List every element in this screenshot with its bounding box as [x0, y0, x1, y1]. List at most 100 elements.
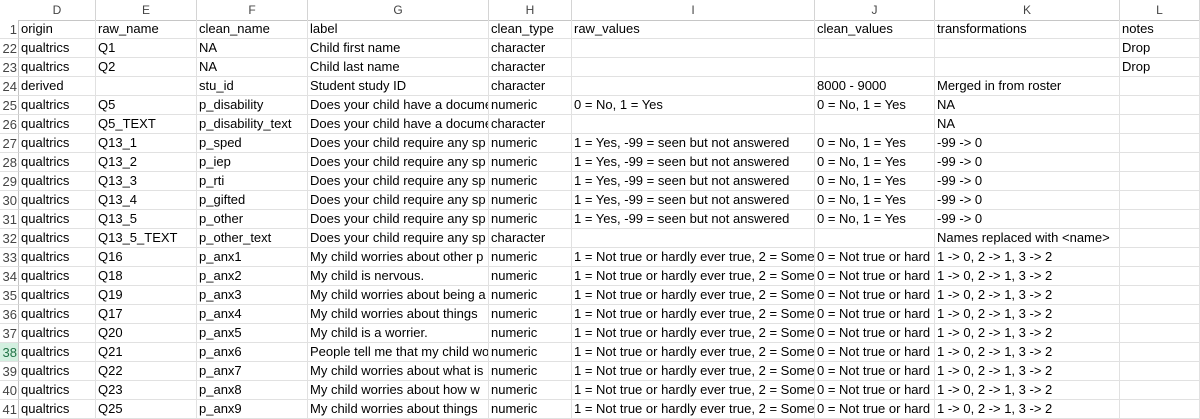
cell-j23[interactable]	[815, 58, 935, 77]
cell-k35[interactable]: 1 -> 0, 2 -> 1, 3 -> 2	[935, 286, 1120, 305]
column-header-f[interactable]: F	[197, 0, 308, 20]
cell-k29[interactable]: -99 -> 0	[935, 172, 1120, 191]
cell-h38[interactable]: numeric	[489, 343, 572, 362]
cell-j22[interactable]	[815, 39, 935, 58]
cell-g36[interactable]: My child worries about things	[308, 305, 489, 324]
row-header-38[interactable]: 38	[0, 343, 19, 362]
cell-f27[interactable]: p_sped	[197, 134, 308, 153]
cell-g31[interactable]: Does your child require any sp	[308, 210, 489, 229]
cell-h23[interactable]: character	[489, 58, 572, 77]
cell-e25[interactable]: Q5	[96, 96, 197, 115]
cell-l34[interactable]	[1120, 267, 1200, 286]
cell-j28[interactable]: 0 = No, 1 = Yes	[815, 153, 935, 172]
cell-f41[interactable]: p_anx9	[197, 400, 308, 419]
cell-f34[interactable]: p_anx2	[197, 267, 308, 286]
row-header-41[interactable]: 41	[0, 400, 19, 419]
cell-d41[interactable]: qualtrics	[19, 400, 96, 419]
cell-l33[interactable]	[1120, 248, 1200, 267]
cell-l37[interactable]	[1120, 324, 1200, 343]
cell-f35[interactable]: p_anx3	[197, 286, 308, 305]
cell-e32[interactable]: Q13_5_TEXT	[96, 229, 197, 248]
cell-d32[interactable]: qualtrics	[19, 229, 96, 248]
cell-g30[interactable]: Does your child require any sp	[308, 191, 489, 210]
cell-i23[interactable]	[572, 58, 815, 77]
cell-h26[interactable]: character	[489, 115, 572, 134]
cell-k34[interactable]: 1 -> 0, 2 -> 1, 3 -> 2	[935, 267, 1120, 286]
spreadsheet-grid[interactable]: DEFGHIJKL 1 origin raw_name clean_name label…	[0, 0, 1200, 419]
column-header-g[interactable]: G	[308, 0, 489, 20]
row-header-29[interactable]: 29	[0, 172, 19, 191]
cell-e1[interactable]: raw_name	[96, 20, 197, 39]
cell-e22[interactable]: Q1	[96, 39, 197, 58]
cell-j33[interactable]: 0 = Not true or hard	[815, 248, 935, 267]
row-header-28[interactable]: 28	[0, 153, 19, 172]
cell-e29[interactable]: Q13_3	[96, 172, 197, 191]
cell-f22[interactable]: NA	[197, 39, 308, 58]
row-header-1[interactable]: 1	[0, 20, 19, 39]
cell-d36[interactable]: qualtrics	[19, 305, 96, 324]
cell-e34[interactable]: Q18	[96, 267, 197, 286]
cell-j26[interactable]	[815, 115, 935, 134]
column-header-i[interactable]: I	[572, 0, 815, 20]
cell-f39[interactable]: p_anx7	[197, 362, 308, 381]
cell-f28[interactable]: p_iep	[197, 153, 308, 172]
cell-f23[interactable]: NA	[197, 58, 308, 77]
cell-f26[interactable]: p_disability_text	[197, 115, 308, 134]
cell-h34[interactable]: numeric	[489, 267, 572, 286]
cell-l24[interactable]	[1120, 77, 1200, 96]
cell-e37[interactable]: Q20	[96, 324, 197, 343]
cell-k41[interactable]: 1 -> 0, 2 -> 1, 3 -> 2	[935, 400, 1120, 419]
cell-f29[interactable]: p_rti	[197, 172, 308, 191]
row-header-26[interactable]: 26	[0, 115, 19, 134]
cell-f38[interactable]: p_anx6	[197, 343, 308, 362]
cell-h33[interactable]: numeric	[489, 248, 572, 267]
cell-g35[interactable]: My child worries about being a	[308, 286, 489, 305]
cell-i30[interactable]: 1 = Yes, -99 = seen but not answered	[572, 191, 815, 210]
row-header-39[interactable]: 39	[0, 362, 19, 381]
cell-l25[interactable]	[1120, 96, 1200, 115]
cell-j32[interactable]	[815, 229, 935, 248]
cell-g37[interactable]: My child is a worrier.	[308, 324, 489, 343]
cell-d39[interactable]: qualtrics	[19, 362, 96, 381]
cell-g28[interactable]: Does your child require any sp	[308, 153, 489, 172]
cell-d35[interactable]: qualtrics	[19, 286, 96, 305]
cell-f31[interactable]: p_other	[197, 210, 308, 229]
cell-l39[interactable]	[1120, 362, 1200, 381]
cell-j40[interactable]: 0 = Not true or hard	[815, 381, 935, 400]
cell-k25[interactable]: NA	[935, 96, 1120, 115]
cell-k33[interactable]: 1 -> 0, 2 -> 1, 3 -> 2	[935, 248, 1120, 267]
cell-j24[interactable]: 8000 - 9000	[815, 77, 935, 96]
cell-i35[interactable]: 1 = Not true or hardly ever true, 2 = So…	[572, 286, 815, 305]
cell-e39[interactable]: Q22	[96, 362, 197, 381]
cell-e24[interactable]	[96, 77, 197, 96]
row-header-40[interactable]: 40	[0, 381, 19, 400]
cell-i25[interactable]: 0 = No, 1 = Yes	[572, 96, 815, 115]
cell-i33[interactable]: 1 = Not true or hardly ever true, 2 = So…	[572, 248, 815, 267]
cell-j34[interactable]: 0 = Not true or hard	[815, 267, 935, 286]
cell-j38[interactable]: 0 = Not true or hard	[815, 343, 935, 362]
cell-k39[interactable]: 1 -> 0, 2 -> 1, 3 -> 2	[935, 362, 1120, 381]
cell-j35[interactable]: 0 = Not true or hard	[815, 286, 935, 305]
cell-g22[interactable]: Child first name	[308, 39, 489, 58]
row-header-36[interactable]: 36	[0, 305, 19, 324]
cell-f32[interactable]: p_other_text	[197, 229, 308, 248]
cell-f36[interactable]: p_anx4	[197, 305, 308, 324]
cell-f30[interactable]: p_gifted	[197, 191, 308, 210]
cell-h37[interactable]: numeric	[489, 324, 572, 343]
cell-d25[interactable]: qualtrics	[19, 96, 96, 115]
cell-h25[interactable]: numeric	[489, 96, 572, 115]
cell-k22[interactable]	[935, 39, 1120, 58]
cell-i32[interactable]	[572, 229, 815, 248]
cell-k30[interactable]: -99 -> 0	[935, 191, 1120, 210]
cell-j31[interactable]: 0 = No, 1 = Yes	[815, 210, 935, 229]
cell-j36[interactable]: 0 = Not true or hard	[815, 305, 935, 324]
row-header-25[interactable]: 25	[0, 96, 19, 115]
cell-g25[interactable]: Does your child have a docume	[308, 96, 489, 115]
cell-d29[interactable]: qualtrics	[19, 172, 96, 191]
cell-f37[interactable]: p_anx5	[197, 324, 308, 343]
cell-l32[interactable]	[1120, 229, 1200, 248]
cell-k37[interactable]: 1 -> 0, 2 -> 1, 3 -> 2	[935, 324, 1120, 343]
cell-i31[interactable]: 1 = Yes, -99 = seen but not answered	[572, 210, 815, 229]
cell-d1[interactable]: origin	[19, 20, 96, 39]
cell-f1[interactable]: clean_name	[197, 20, 308, 39]
